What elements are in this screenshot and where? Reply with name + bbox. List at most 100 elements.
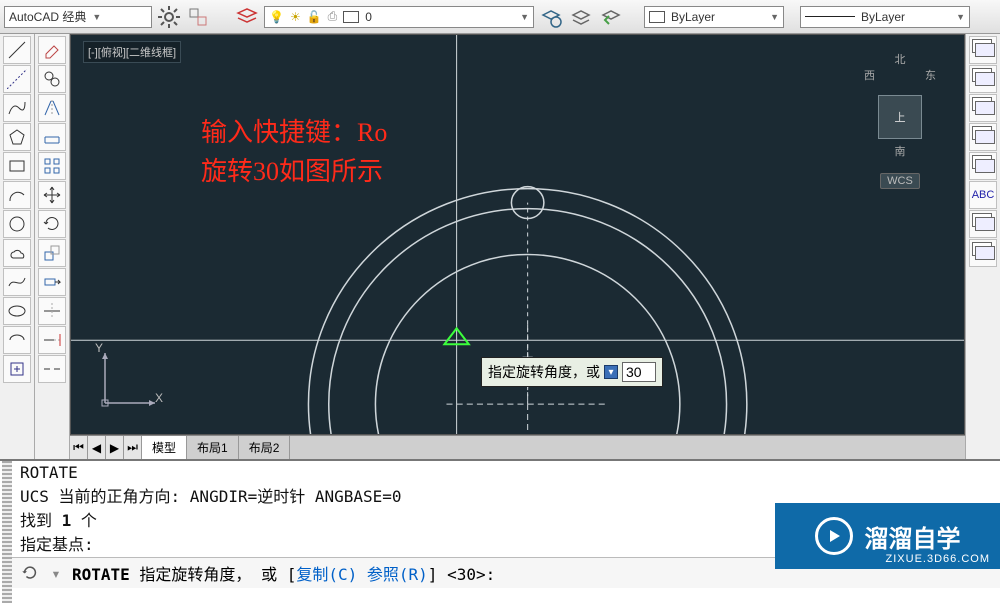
linetype-value: ByLayer bbox=[861, 10, 905, 24]
annotation-line1: 输入快捷键：Ro bbox=[201, 113, 387, 152]
ucs-x-label: X bbox=[155, 391, 163, 405]
workspace-label: AutoCAD 经典 bbox=[9, 8, 86, 25]
viewport[interactable]: [-][俯视][二维线框] 输入快捷键：Ro 旋转30如图所示 bbox=[70, 34, 965, 435]
lock-open-icon: 🔓 bbox=[307, 10, 322, 24]
cmd-name: ROTATE bbox=[72, 565, 130, 584]
scale-tool[interactable] bbox=[38, 239, 66, 267]
wcs-badge[interactable]: WCS bbox=[880, 173, 920, 189]
extend-tool[interactable] bbox=[38, 326, 66, 354]
chevron-down-icon: ▼ bbox=[520, 12, 529, 22]
tab-last-icon[interactable]: ⏭ bbox=[124, 436, 142, 459]
layers-stack3-icon[interactable] bbox=[969, 94, 997, 122]
layer-match-icon[interactable] bbox=[568, 4, 594, 30]
gear-icon[interactable] bbox=[156, 4, 182, 30]
layer-color-swatch bbox=[343, 11, 359, 23]
tab-model[interactable]: 模型 bbox=[142, 436, 187, 459]
ellipse-tool[interactable] bbox=[3, 297, 31, 325]
chevron-down-icon: ▼ bbox=[92, 12, 101, 22]
cmdwin-grip[interactable] bbox=[2, 461, 12, 603]
color-combo[interactable]: ByLayer ▼ bbox=[644, 6, 784, 28]
tab-label: 布局2 bbox=[249, 439, 280, 456]
chevron-down-icon: ▼ bbox=[956, 12, 965, 22]
ucs-y-label: Y bbox=[95, 341, 103, 355]
prompt-text: 指定旋转角度，或 bbox=[488, 362, 600, 382]
text-style-icon[interactable]: ABC bbox=[969, 181, 997, 209]
tab-label: 布局1 bbox=[197, 439, 228, 456]
ellipse-arc-tool[interactable] bbox=[3, 326, 31, 354]
layers-stack-icon[interactable] bbox=[969, 36, 997, 64]
tab-layout2[interactable]: 布局2 bbox=[239, 436, 291, 459]
tab-prev-icon[interactable]: ◀ bbox=[88, 436, 106, 459]
drawing-area: [-][俯视][二维线框] 输入快捷键：Ro 旋转30如图所示 bbox=[70, 34, 965, 459]
insert-block-tool[interactable] bbox=[3, 355, 31, 383]
array-tool[interactable] bbox=[38, 152, 66, 180]
break-tool[interactable] bbox=[38, 355, 66, 383]
revcloud-tool[interactable] bbox=[3, 239, 31, 267]
viewcube-face[interactable]: 上 bbox=[878, 95, 922, 139]
linetype-combo[interactable]: ByLayer ▼ bbox=[800, 6, 970, 28]
layers-stack4-icon[interactable] bbox=[969, 123, 997, 151]
layer-props-icon[interactable] bbox=[234, 4, 260, 30]
watermark-title: 溜溜自学 bbox=[865, 519, 961, 554]
chevron-down-icon[interactable]: ▾ bbox=[46, 563, 66, 583]
viewcube[interactable]: 北 西 东 上 南 WCS bbox=[864, 51, 936, 161]
workspace-combo[interactable]: AutoCAD 经典 ▼ bbox=[4, 6, 152, 28]
polygon-tool[interactable] bbox=[3, 123, 31, 151]
left-toolbar-draw bbox=[0, 34, 35, 459]
print-icon: ⎙ bbox=[328, 9, 338, 24]
trim-tool[interactable] bbox=[38, 297, 66, 325]
rotate-tool[interactable] bbox=[38, 210, 66, 238]
move-tool[interactable] bbox=[38, 181, 66, 209]
tab-next-icon[interactable]: ▶ bbox=[106, 436, 124, 459]
layout-tabs: ⏮ ◀ ▶ ⏭ 模型 布局1 布局2 bbox=[70, 435, 965, 459]
cmd-option-ref[interactable]: 参照(R) bbox=[367, 565, 428, 584]
mirror-tool[interactable] bbox=[38, 94, 66, 122]
viewcube-west: 西 bbox=[864, 67, 875, 83]
layers-stack6-icon[interactable] bbox=[969, 210, 997, 238]
layers-stack2-icon[interactable] bbox=[969, 65, 997, 93]
sun-icon: ☀ bbox=[290, 10, 301, 24]
layer-prev-icon[interactable] bbox=[598, 4, 624, 30]
rectangle-tool[interactable] bbox=[3, 152, 31, 180]
annotation-line2: 旋转30如图所示 bbox=[201, 152, 387, 191]
layers-stack5-icon[interactable] bbox=[969, 152, 997, 180]
line-tool[interactable] bbox=[3, 36, 31, 64]
cmd-line: ROTATE bbox=[20, 461, 1000, 485]
copy-tool[interactable] bbox=[38, 65, 66, 93]
layer-combo[interactable]: 💡 ☀ 🔓 ⎙ 0 ▼ bbox=[264, 6, 534, 28]
spline-tool[interactable] bbox=[3, 268, 31, 296]
tab-first-icon[interactable]: ⏮ bbox=[70, 436, 88, 459]
erase-tool[interactable] bbox=[38, 36, 66, 64]
circle-tool[interactable] bbox=[3, 210, 31, 238]
left-toolbar-modify bbox=[35, 34, 70, 459]
command-rotate-icon bbox=[20, 563, 40, 583]
watermark-badge: 溜溜自学 ZIXUE.3D66.COM bbox=[775, 503, 1000, 569]
top-ribbon: AutoCAD 经典 ▼ 💡 ☀ 🔓 ⎙ 0 ▼ ByLayer ▼ ByLay… bbox=[0, 0, 1000, 34]
workspace-switch-icon[interactable] bbox=[186, 4, 212, 30]
dropdown-icon[interactable]: ▾ bbox=[604, 365, 618, 379]
dynamic-input-prompt: 指定旋转角度，或 ▾ bbox=[481, 357, 663, 387]
right-toolbar: ABC bbox=[965, 34, 1000, 459]
cmd-option-copy[interactable]: 复制(C) bbox=[296, 565, 357, 584]
arc-tool[interactable] bbox=[3, 181, 31, 209]
layers-stack7-icon[interactable] bbox=[969, 239, 997, 267]
viewcube-north: 北 bbox=[864, 51, 936, 67]
watermark-url: ZIXUE.3D66.COM bbox=[886, 553, 990, 565]
viewport-label[interactable]: [-][俯视][二维线框] bbox=[83, 41, 181, 63]
annotation-note: 输入快捷键：Ro 旋转30如图所示 bbox=[201, 113, 387, 191]
viewcube-east: 东 bbox=[925, 67, 936, 83]
tab-layout1[interactable]: 布局1 bbox=[187, 436, 239, 459]
color-swatch bbox=[649, 11, 665, 23]
chevron-down-icon: ▼ bbox=[770, 12, 779, 22]
offset-tool[interactable] bbox=[38, 123, 66, 151]
polyline-tool[interactable] bbox=[3, 94, 31, 122]
ucs-icon: Y X bbox=[95, 343, 165, 416]
tab-label: 模型 bbox=[152, 439, 176, 456]
viewcube-south: 南 bbox=[864, 143, 936, 159]
angle-input[interactable] bbox=[622, 362, 656, 382]
construction-line-tool[interactable] bbox=[3, 65, 31, 93]
command-input-text: ROTATE 指定旋转角度， 或 [复制(C) 参照(R)] <30>: bbox=[72, 561, 495, 585]
color-value: ByLayer bbox=[671, 10, 715, 24]
layer-state-icon[interactable] bbox=[538, 4, 564, 30]
stretch-tool[interactable] bbox=[38, 268, 66, 296]
